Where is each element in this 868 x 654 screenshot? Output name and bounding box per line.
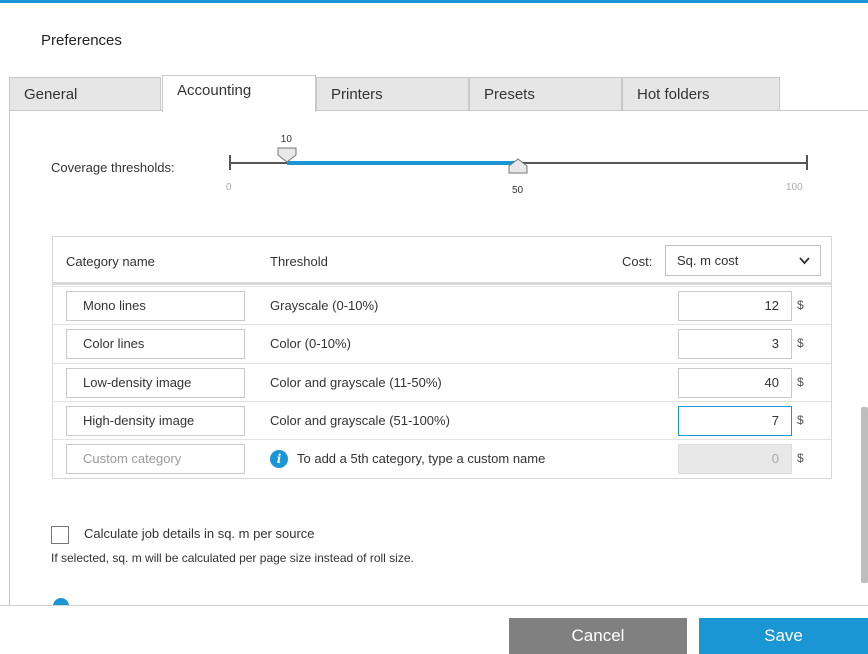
high-threshold-value: 50 (512, 185, 524, 196)
high-threshold-handle[interactable] (508, 158, 528, 174)
currency-label: $ (797, 451, 804, 465)
slider-max-label: 100 (786, 182, 803, 193)
tab-general[interactable]: General (9, 77, 161, 110)
cost-input[interactable]: 12 (678, 291, 792, 321)
cost-type-value: Sq. m cost (677, 253, 739, 268)
coverage-slider-range (286, 161, 518, 165)
calc-per-source-label: Calculate job details in sq. m per sourc… (84, 526, 315, 541)
custom-category-input[interactable]: Custom category (66, 444, 245, 474)
category-name-input[interactable]: Mono lines (66, 291, 245, 321)
custom-category-hint: To add a 5th category, type a custom nam… (297, 451, 546, 466)
dialog-footer: Cancel Save (0, 606, 868, 654)
custom-category-row: Custom category i To add a 5th category,… (53, 439, 831, 477)
info-icon: i (270, 450, 288, 468)
dialog-title: Preferences (41, 32, 122, 49)
category-name-input[interactable]: High-density image (66, 406, 245, 436)
currency-label: $ (797, 413, 804, 427)
table-header: Category name Threshold Cost: Sq. m cost (53, 237, 831, 285)
threshold-text: Color and grayscale (11-50%) (270, 375, 442, 390)
tab-accounting[interactable]: Accounting (162, 75, 316, 112)
table-row: Low-density image Color and grayscale (1… (53, 363, 831, 401)
calc-per-source-help: If selected, sq. m will be calculated pe… (51, 551, 414, 565)
threshold-text: Grayscale (0-10%) (270, 298, 379, 313)
cost-input-focused[interactable]: 7 (678, 406, 792, 436)
currency-label: $ (797, 298, 804, 312)
table-row: High-density image Color and grayscale (… (53, 401, 831, 439)
slider-end-cap (806, 155, 808, 170)
header-threshold: Threshold (270, 254, 328, 269)
top-accent-bar (0, 0, 868, 3)
tab-presets[interactable]: Presets (469, 77, 622, 110)
custom-cost-input: 0 (678, 444, 792, 474)
tab-hot-folders[interactable]: Hot folders (622, 77, 780, 110)
low-threshold-handle[interactable] (277, 147, 297, 163)
table-row: Color lines Color (0-10%) 3 $ (53, 324, 831, 362)
category-name-input[interactable]: Color lines (66, 329, 245, 359)
currency-label: $ (797, 375, 804, 389)
vertical-scrollbar-thumb[interactable] (861, 407, 868, 583)
low-threshold-value: 10 (280, 134, 292, 145)
coverage-thresholds-label: Coverage thresholds: (51, 160, 175, 175)
table-row: Mono lines Grayscale (0-10%) 12 $ (53, 286, 831, 324)
cost-input[interactable]: 40 (678, 368, 792, 398)
threshold-text: Color (0-10%) (270, 336, 351, 351)
threshold-text: Color and grayscale (51-100%) (270, 413, 450, 428)
header-category-name: Category name (66, 254, 155, 269)
chevron-down-icon (799, 246, 810, 286)
cancel-button[interactable]: Cancel (509, 618, 687, 654)
tab-printers[interactable]: Printers (316, 77, 469, 110)
currency-label: $ (797, 336, 804, 350)
category-table: Category name Threshold Cost: Sq. m cost… (52, 236, 832, 479)
cost-input[interactable]: 3 (678, 329, 792, 359)
cost-type-select[interactable]: Sq. m cost (665, 245, 821, 276)
slider-min-label: 0 (226, 182, 232, 193)
calc-per-source-checkbox[interactable] (51, 526, 69, 544)
tab-bar: General Accounting Printers Presets Hot … (9, 75, 780, 112)
category-name-input[interactable]: Low-density image (66, 368, 245, 398)
header-cost-label: Cost: (622, 254, 653, 269)
save-button[interactable]: Save (699, 618, 868, 654)
